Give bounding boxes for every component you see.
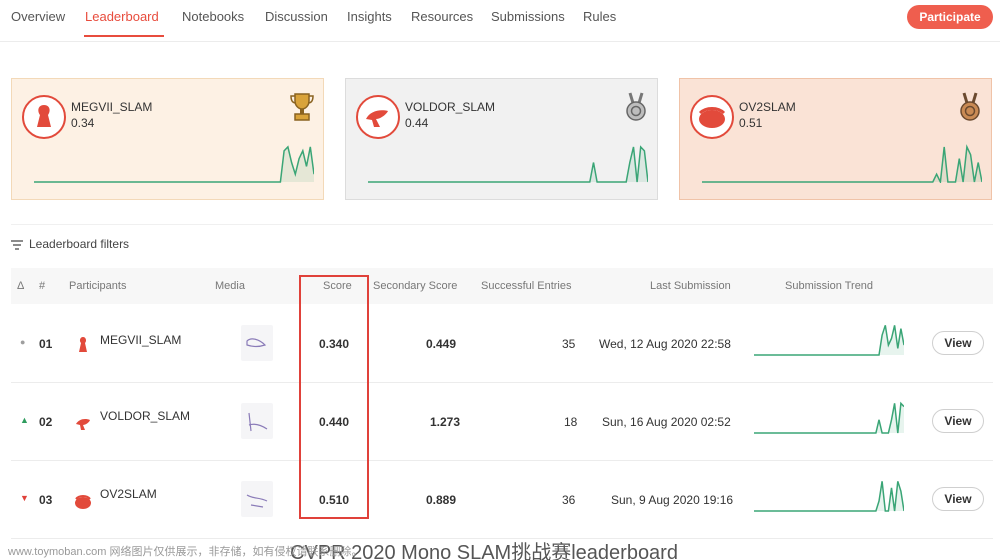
podium-name: MEGVII_SLAM [71, 100, 153, 114]
header-submission-trend[interactable]: Submission Trend [785, 280, 873, 292]
submission-trend-chart [754, 325, 904, 356]
last-submission-value: Sun, 9 Aug 2020 19:16 [611, 493, 734, 507]
podium-name: OV2SLAM [739, 100, 796, 114]
last-submission-value: Sun, 16 Aug 2020 02:52 [602, 415, 731, 429]
podium-name: VOLDOR_SLAM [405, 100, 496, 114]
header-rank[interactable]: # [39, 280, 45, 292]
participant-avatar [356, 95, 400, 139]
tab-submissions[interactable]: Submissions [491, 9, 565, 24]
tab-insights[interactable]: Insights [347, 9, 392, 24]
trend-area [702, 146, 982, 182]
table-row: ▼ 03 OV2SLAM 0.510 0.889 36 Sun, 9 Aug 2… [11, 461, 993, 539]
media-thumbnail[interactable] [241, 481, 273, 517]
rank-unchanged-icon: ● [20, 337, 26, 347]
bronze-medal-icon [960, 92, 980, 121]
section-divider [11, 224, 993, 225]
secondary-score-value: 1.273 [430, 415, 461, 429]
successful-entries-value: 36 [562, 493, 576, 507]
participant-avatar [76, 419, 90, 430]
media-thumbnail[interactable] [241, 403, 273, 439]
header-secondary-score[interactable]: Secondary Score [373, 280, 457, 292]
active-tab-underline [84, 35, 164, 37]
header-participants[interactable]: Participants [69, 280, 126, 292]
participant-name[interactable]: MEGVII_SLAM [100, 333, 181, 347]
trend-line [34, 145, 314, 183]
podium-score: 0.51 [739, 116, 763, 130]
participant-name[interactable]: OV2SLAM [100, 487, 157, 501]
tab-resources[interactable]: Resources [411, 9, 473, 24]
media-thumbnail[interactable] [241, 325, 273, 361]
tab-rules[interactable]: Rules [583, 9, 616, 24]
tab-leaderboard[interactable]: Leaderboard [85, 9, 159, 24]
podium-score: 0.34 [71, 116, 95, 130]
table-header: Δ # Participants Media Score Secondary S… [11, 268, 993, 304]
score-value: 0.340 [319, 337, 350, 351]
rank-down-icon: ▼ [20, 493, 29, 503]
header-score[interactable]: Score [323, 280, 352, 292]
trend-line [702, 144, 982, 183]
silver-medal-icon [626, 92, 646, 121]
rank-up-icon: ▲ [20, 415, 29, 425]
rank-number: 03 [39, 493, 53, 507]
score-value: 0.510 [319, 493, 350, 507]
successful-entries-value: 35 [562, 337, 576, 351]
trend-line [368, 145, 648, 183]
header-last-submission[interactable]: Last Submission [650, 280, 731, 292]
watermark-text: www.toymoban.com 网络图片仅供展示，非存储，如有侵权请联系删除。 [8, 546, 363, 558]
trend-area [368, 146, 648, 182]
trend-area [34, 146, 314, 182]
filters-label: Leaderboard filters [29, 237, 130, 251]
header-media[interactable]: Media [215, 280, 245, 292]
table-row: ● 01 MEGVII_SLAM 0.340 0.449 35 Wed, 12 … [11, 305, 993, 383]
score-value: 0.440 [319, 415, 350, 429]
participant-name[interactable]: VOLDOR_SLAM [100, 409, 190, 423]
secondary-score-value: 0.889 [426, 493, 457, 507]
table-row: ▲ 02 VOLDOR_SLAM 0.440 1.273 18 Sun, 16 … [11, 383, 993, 461]
header-successful-entries[interactable]: Successful Entries [481, 280, 571, 292]
top-nav: Overview Leaderboard Notebooks Discussio… [0, 0, 1000, 42]
podium-trend-chart [702, 144, 982, 183]
rank-number: 02 [39, 415, 53, 429]
submission-trend-chart [754, 481, 904, 512]
participate-button[interactable]: Participate [907, 5, 993, 29]
podium-score: 0.44 [405, 116, 429, 130]
filter-icon [11, 240, 23, 250]
secondary-score-value: 0.449 [426, 337, 457, 351]
participant-avatar [22, 95, 66, 139]
podium-card-first[interactable]: MEGVII_SLAM 0.34 [11, 78, 324, 200]
submission-trend-chart [754, 401, 904, 434]
participant-avatar [690, 95, 734, 139]
header-delta[interactable]: Δ [17, 280, 24, 292]
rank-number: 01 [39, 337, 53, 351]
tab-discussion[interactable]: Discussion [265, 9, 328, 24]
participant-avatar [75, 495, 91, 509]
tab-notebooks[interactable]: Notebooks [182, 9, 244, 24]
podium-trend-chart [368, 145, 648, 183]
view-button[interactable]: View [932, 331, 984, 355]
podium-card-third[interactable]: OV2SLAM 0.51 [679, 78, 992, 200]
gold-trophy-icon [290, 93, 314, 121]
tab-overview[interactable]: Overview [11, 9, 65, 24]
last-submission-value: Wed, 12 Aug 2020 22:58 [599, 337, 731, 351]
podium-card-second[interactable]: VOLDOR_SLAM 0.44 [345, 78, 658, 200]
leaderboard-filters-toggle[interactable]: Leaderboard filters [11, 237, 129, 251]
view-button[interactable]: View [932, 487, 984, 511]
participant-avatar [79, 337, 87, 352]
podium-trend-chart [34, 145, 314, 183]
view-button[interactable]: View [932, 409, 984, 433]
successful-entries-value: 18 [564, 415, 578, 429]
trend-line [754, 401, 904, 434]
